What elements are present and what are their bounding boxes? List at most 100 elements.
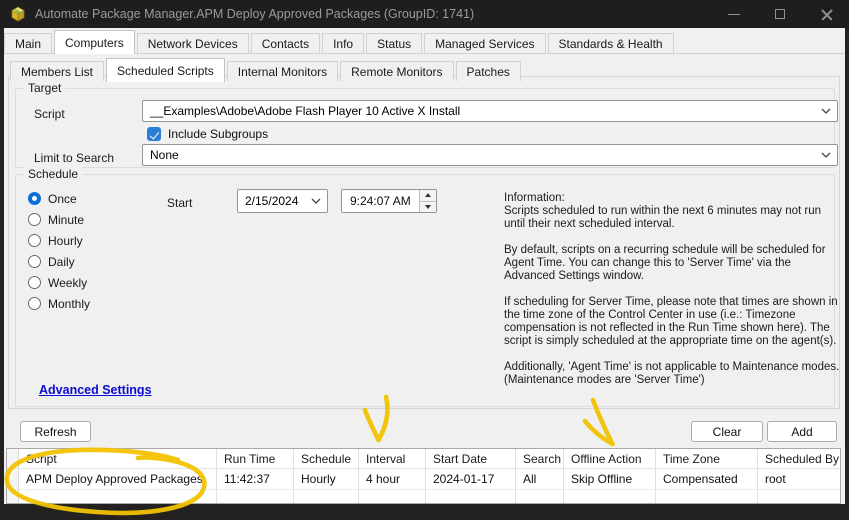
- column-header-schedule[interactable]: Schedule: [294, 449, 359, 468]
- tab-members-list[interactable]: Members List: [10, 61, 104, 81]
- row-gutter: [7, 469, 19, 489]
- empty-cell: [564, 490, 656, 503]
- tab-managed-services[interactable]: Managed Services: [424, 33, 545, 53]
- cell-script: APM Deploy Approved Packages: [19, 469, 217, 489]
- table-row[interactable]: APM Deploy Approved Packages 11:42:37 Ho…: [7, 469, 840, 490]
- tab-status[interactable]: Status: [366, 33, 422, 53]
- empty-cell: [359, 490, 426, 503]
- target-group-label: Target: [24, 81, 65, 95]
- chevron-down-icon: [815, 152, 837, 158]
- tab-contacts[interactable]: Contacts: [251, 33, 320, 53]
- radio-once[interactable]: Once: [28, 188, 90, 209]
- app-window: Automate Package Manager.APM Deploy Appr…: [0, 0, 849, 520]
- radio-monthly[interactable]: Monthly: [28, 293, 90, 314]
- radio-hourly[interactable]: Hourly: [28, 230, 90, 251]
- include-subgroups-row: Include Subgroups: [147, 127, 268, 141]
- cell-offline-action: Skip Offline: [564, 469, 656, 489]
- radio-monthly-label: Monthly: [48, 297, 90, 311]
- cell-start-date: 2024-01-17: [426, 469, 516, 489]
- table-empty-row: [7, 490, 840, 503]
- radio-daily-label: Daily: [48, 255, 75, 269]
- empty-cell: [758, 490, 840, 503]
- target-group: Target Script __Examples\Adobe\Adobe Fla…: [15, 88, 835, 168]
- limit-to-search-value: None: [143, 148, 815, 162]
- scheduled-scripts-panel: Target Script __Examples\Adobe\Adobe Fla…: [8, 76, 840, 409]
- radio-hourly-icon: [28, 234, 41, 247]
- chevron-down-icon: [815, 108, 837, 114]
- maximize-icon: [775, 9, 785, 19]
- sub-tab-bar: Members List Scheduled Scripts Internal …: [10, 57, 845, 81]
- start-date-picker[interactable]: 2/15/2024: [237, 189, 328, 213]
- limit-to-search-dropdown[interactable]: None: [142, 144, 838, 166]
- empty-cell: [19, 490, 217, 503]
- tab-main[interactable]: Main: [4, 33, 52, 53]
- info-paragraph: Scripts scheduled to run within the next…: [504, 205, 844, 231]
- column-header-interval[interactable]: Interval: [359, 449, 426, 468]
- cell-search: All: [516, 469, 564, 489]
- cell-run-time: 11:42:37: [217, 469, 294, 489]
- info-paragraph: By default, scripts on a recurring sched…: [504, 244, 844, 283]
- radio-hourly-label: Hourly: [48, 234, 83, 248]
- minimize-button[interactable]: [711, 0, 757, 28]
- window-content: Main Computers Network Devices Contacts …: [4, 28, 845, 504]
- start-time-value: 9:24:07 AM: [342, 190, 419, 212]
- empty-cell: [426, 490, 516, 503]
- tab-standards-health[interactable]: Standards & Health: [548, 33, 674, 53]
- spin-up-button[interactable]: [420, 190, 436, 202]
- radio-weekly[interactable]: Weekly: [28, 272, 90, 293]
- chevron-down-icon: [305, 198, 327, 204]
- start-label: Start: [167, 196, 192, 210]
- empty-cell: [656, 490, 758, 503]
- window-controls: [711, 0, 849, 28]
- tab-info[interactable]: Info: [322, 33, 364, 53]
- spin-down-button[interactable]: [420, 202, 436, 213]
- column-header-script[interactable]: Script: [19, 449, 217, 468]
- tab-patches[interactable]: Patches: [456, 61, 521, 81]
- column-header-scheduled-by[interactable]: Scheduled By: [758, 449, 840, 468]
- main-tab-bar: Main Computers Network Devices Contacts …: [4, 30, 845, 54]
- column-header-offline-action[interactable]: Offline Action: [564, 449, 656, 468]
- tab-computers[interactable]: Computers: [54, 30, 135, 54]
- empty-cell: [516, 490, 564, 503]
- schedule-group-label: Schedule: [24, 167, 82, 181]
- advanced-settings-link[interactable]: Advanced Settings: [39, 383, 152, 397]
- radio-daily-icon: [28, 255, 41, 268]
- schedule-info-text: Information: Scripts scheduled to run wi…: [504, 192, 844, 400]
- script-dropdown[interactable]: __Examples\Adobe\Adobe Flash Player 10 A…: [142, 100, 838, 122]
- tab-internal-monitors[interactable]: Internal Monitors: [227, 61, 338, 81]
- tab-network-devices[interactable]: Network Devices: [137, 33, 249, 53]
- radio-minute-label: Minute: [48, 213, 84, 227]
- include-subgroups-checkbox[interactable]: [147, 127, 161, 141]
- schedule-frequency-radios: Once Minute Hourly Daily: [28, 188, 90, 314]
- start-date-value: 2/15/2024: [238, 194, 305, 208]
- window-title: Automate Package Manager.APM Deploy Appr…: [35, 7, 474, 21]
- add-button[interactable]: Add: [767, 421, 837, 442]
- cell-time-zone: Compensated: [656, 469, 758, 489]
- close-button[interactable]: [803, 0, 849, 28]
- info-paragraph: Additionally, 'Agent Time' is not applic…: [504, 361, 844, 387]
- tab-scheduled-scripts[interactable]: Scheduled Scripts: [106, 58, 225, 82]
- column-header-search[interactable]: Search: [516, 449, 564, 468]
- time-spin-buttons: [419, 190, 436, 212]
- info-heading: Information:: [504, 192, 844, 205]
- radio-monthly-icon: [28, 297, 41, 310]
- refresh-button[interactable]: Refresh: [20, 421, 91, 442]
- row-gutter: [7, 490, 19, 503]
- maximize-button[interactable]: [757, 0, 803, 28]
- radio-once-icon: [28, 192, 41, 205]
- cell-interval: 4 hour: [359, 469, 426, 489]
- radio-minute[interactable]: Minute: [28, 209, 90, 230]
- column-header-start-date[interactable]: Start Date: [426, 449, 516, 468]
- column-header-run-time[interactable]: Run Time: [217, 449, 294, 468]
- radio-daily[interactable]: Daily: [28, 251, 90, 272]
- info-paragraph: If scheduling for Server Time, please no…: [504, 296, 844, 348]
- column-header-time-zone[interactable]: Time Zone: [656, 449, 758, 468]
- arrow-down-icon: [425, 205, 431, 209]
- start-time-spinner[interactable]: 9:24:07 AM: [341, 189, 437, 213]
- clear-button[interactable]: Clear: [691, 421, 763, 442]
- tab-remote-monitors[interactable]: Remote Monitors: [340, 61, 453, 81]
- package-app-icon: [10, 6, 26, 22]
- close-icon: [821, 9, 832, 20]
- row-gutter: [7, 449, 19, 468]
- limit-to-search-label: Limit to Search: [34, 151, 114, 165]
